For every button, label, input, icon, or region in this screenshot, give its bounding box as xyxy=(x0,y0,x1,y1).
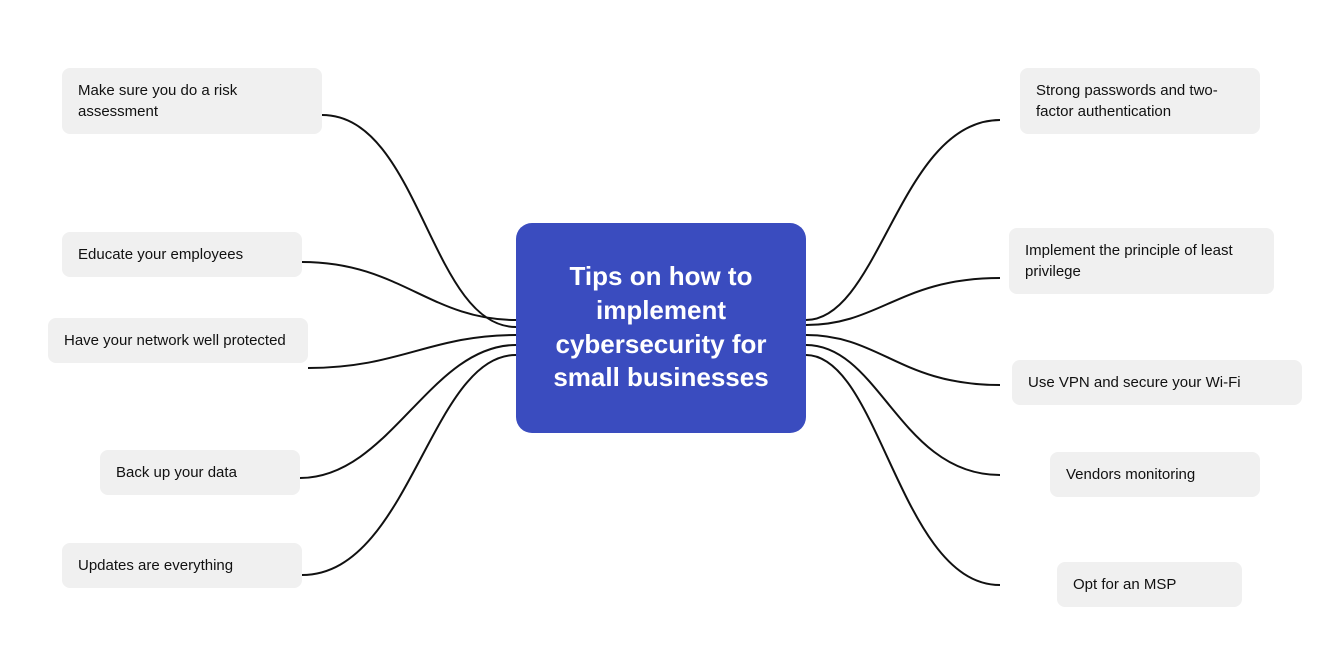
node-risk: Make sure you do a risk assessment xyxy=(62,68,322,134)
node-vendors: Vendors monitoring xyxy=(1050,452,1260,497)
node-msp: Opt for an MSP xyxy=(1057,562,1242,607)
node-privilege: Implement the principle of least privile… xyxy=(1009,228,1274,294)
node-vpn: Use VPN and secure your Wi-Fi xyxy=(1012,360,1302,405)
node-backup: Back up your data xyxy=(100,450,300,495)
mind-map-container: Tips on how to implement cybersecurity f… xyxy=(0,0,1322,655)
node-passwords: Strong passwords and two-factor authenti… xyxy=(1020,68,1260,134)
node-updates: Updates are everything xyxy=(62,543,302,588)
node-educate: Educate your employees xyxy=(62,232,302,277)
center-node: Tips on how to implement cybersecurity f… xyxy=(516,223,806,433)
center-node-text: Tips on how to implement cybersecurity f… xyxy=(536,260,786,395)
node-network: Have your network well protected xyxy=(48,318,308,363)
